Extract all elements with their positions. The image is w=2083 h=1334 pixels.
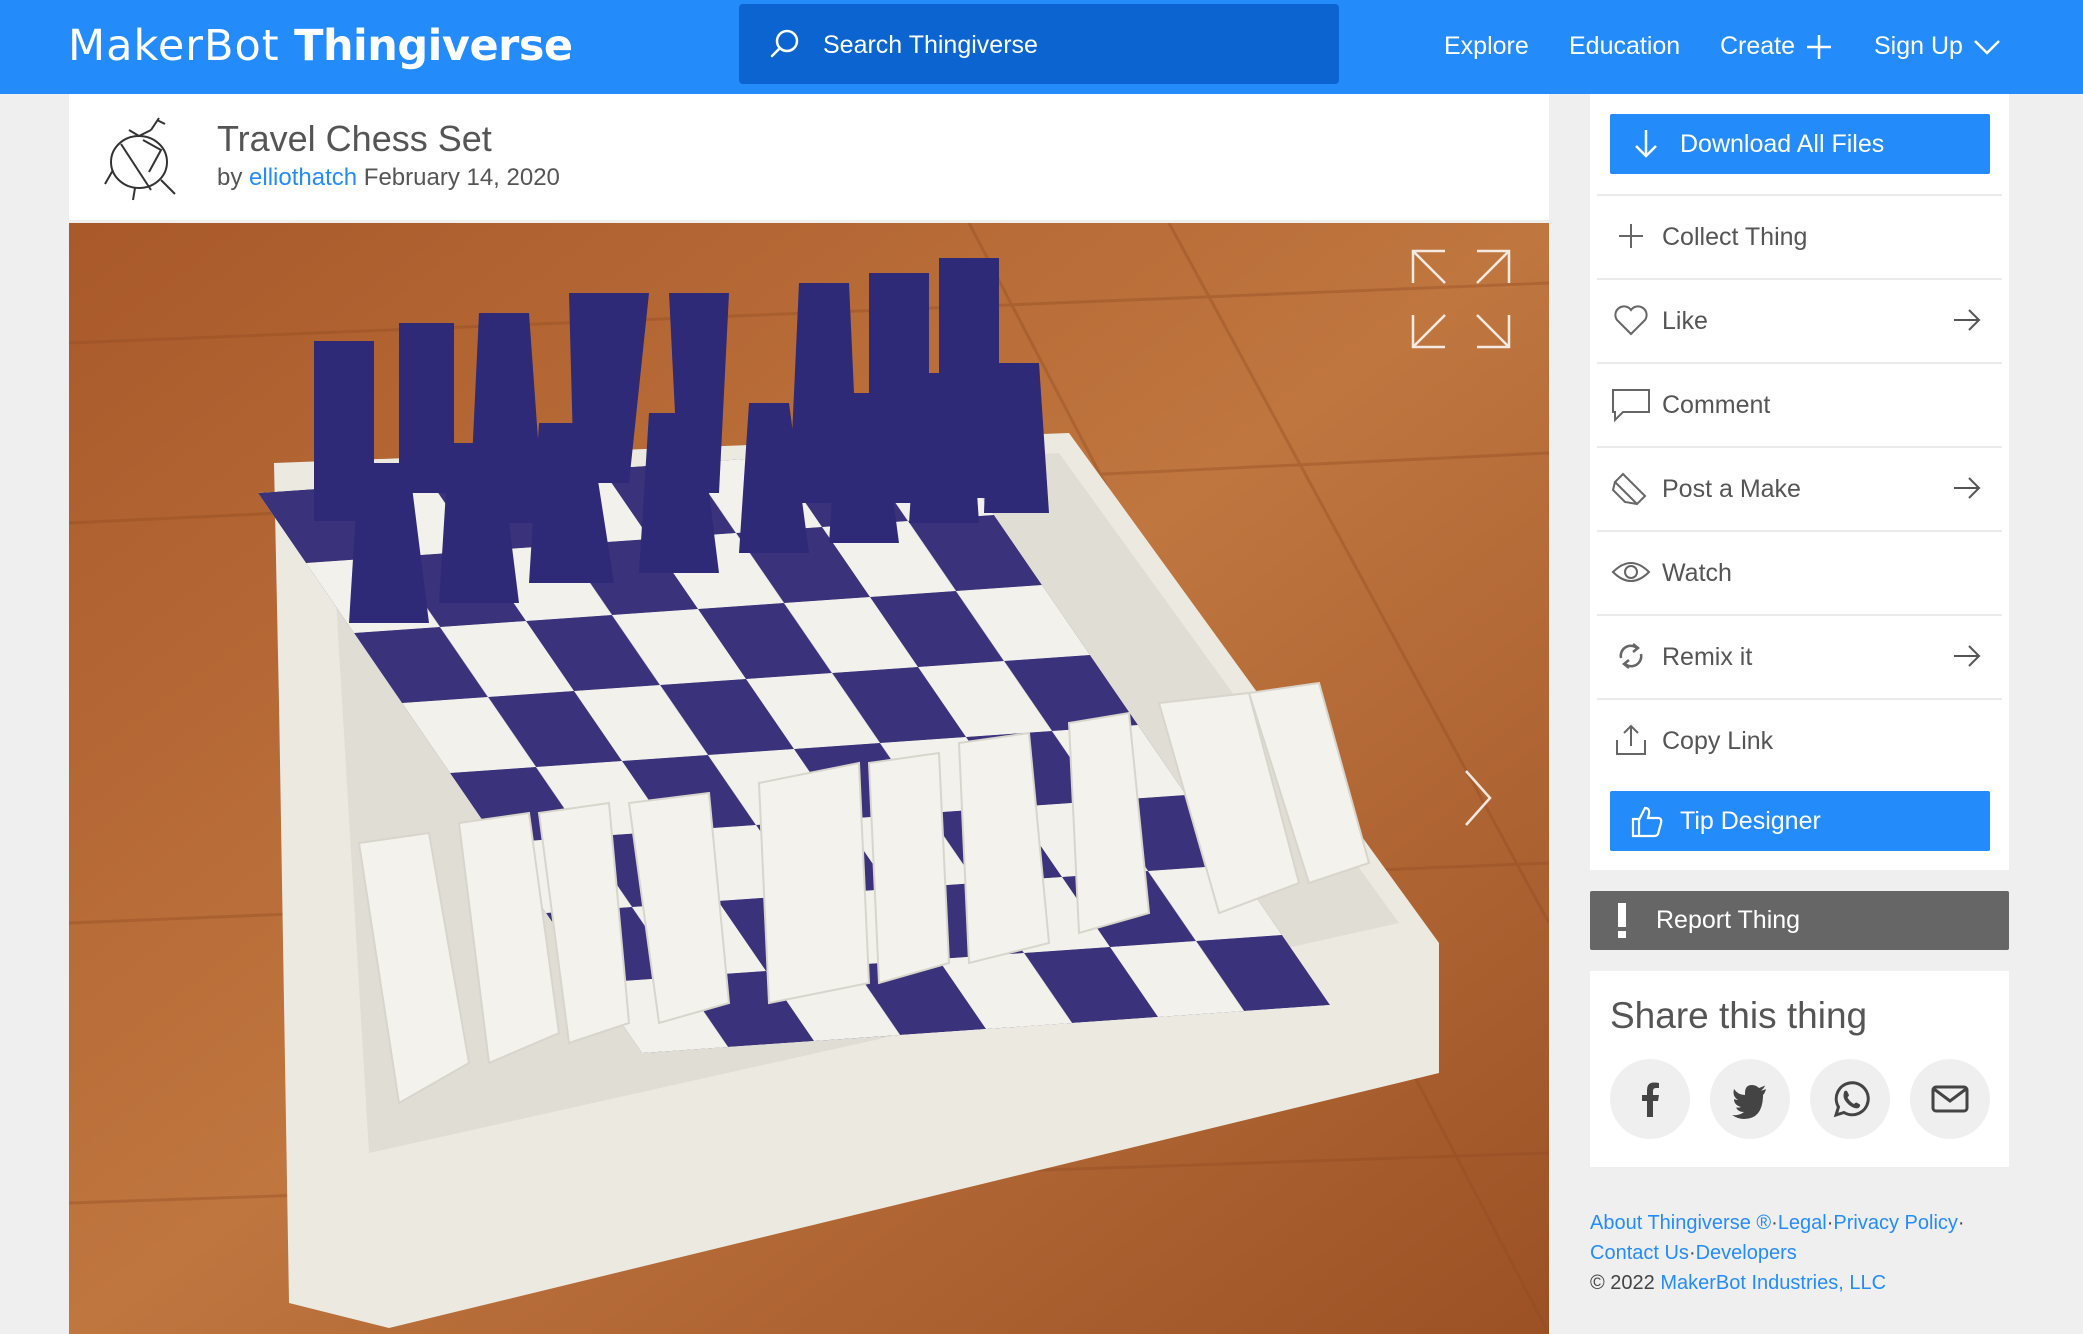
chess-set-photo xyxy=(69,223,1549,1334)
share-twitter-button[interactable] xyxy=(1710,1059,1790,1139)
download-icon xyxy=(1635,130,1657,158)
search-icon xyxy=(770,29,799,58)
legal-link[interactable]: Legal xyxy=(1778,1212,1827,1234)
nav-signup-label: Sign Up xyxy=(1874,32,1963,60)
post-a-make-button[interactable]: Post a Make xyxy=(1597,446,2002,530)
heart-icon xyxy=(1614,305,1648,336)
share-title: Share this thing xyxy=(1610,995,1868,1036)
copy-link-label: Copy Link xyxy=(1662,727,1774,755)
separator-dot: · xyxy=(1957,1212,1965,1234)
separator-dot: · xyxy=(1771,1212,1778,1234)
thing-meta: by elliothatch February 14, 2020 xyxy=(217,164,560,192)
facebook-icon xyxy=(1642,1082,1659,1117)
comment-button[interactable]: Comment xyxy=(1597,362,2002,446)
nav-create-label: Create xyxy=(1720,32,1796,60)
search-bar[interactable] xyxy=(739,4,1339,84)
whatsapp-icon xyxy=(1833,1081,1870,1118)
nav-create[interactable]: Create xyxy=(1720,26,1833,66)
logo-thingiverse-text: Thingiverse xyxy=(294,21,573,71)
developers-link[interactable]: Developers xyxy=(1696,1242,1797,1264)
chevron-down-icon xyxy=(1974,40,2000,56)
contact-link[interactable]: Contact Us xyxy=(1590,1242,1689,1264)
report-thing-button[interactable]: Report Thing xyxy=(1590,891,2009,950)
copy-link-button[interactable]: Copy Link xyxy=(1597,698,2002,782)
comment-label: Comment xyxy=(1662,391,1771,419)
post-make-icon xyxy=(1611,472,1647,506)
collect-thing-label: Collect Thing xyxy=(1662,223,1808,251)
nav-signup[interactable]: Sign Up xyxy=(1874,26,2001,66)
arrow-right-icon xyxy=(1954,645,1981,667)
footer-line-1: About Thingiverse ®·Legal·Privacy Policy… xyxy=(1590,1208,2020,1238)
share-whatsapp-button[interactable] xyxy=(1810,1059,1890,1139)
exclamation-icon xyxy=(1618,903,1626,938)
thumbs-up-icon xyxy=(1631,806,1663,838)
twitter-icon xyxy=(1732,1085,1766,1119)
publish-date: February 14, 2020 xyxy=(363,164,560,191)
thing-header: Travel Chess Set by elliothatch February… xyxy=(69,94,1549,220)
comment-icon xyxy=(1612,389,1650,423)
thing-actions-list: Collect Thing Like Comment Post a Make W… xyxy=(1597,194,2002,782)
remix-it-label: Remix it xyxy=(1662,643,1753,671)
download-all-files-button[interactable]: Download All Files xyxy=(1610,114,1990,174)
chevron-right-icon[interactable] xyxy=(1454,763,1504,833)
avatar[interactable] xyxy=(99,110,185,204)
company-link[interactable]: MakerBot Industries, LLC xyxy=(1660,1272,1886,1294)
watch-button[interactable]: Watch xyxy=(1597,530,2002,614)
nav-education[interactable]: Education xyxy=(1569,26,1680,66)
footer: About Thingiverse ®·Legal·Privacy Policy… xyxy=(1590,1208,2020,1298)
separator-dot: · xyxy=(1688,1242,1696,1264)
share-email-button[interactable] xyxy=(1910,1059,1990,1139)
share-facebook-button[interactable] xyxy=(1610,1059,1690,1139)
tip-designer-label: Tip Designer xyxy=(1680,807,1821,835)
like-button[interactable]: Like xyxy=(1597,278,2002,362)
nav-explore[interactable]: Explore xyxy=(1444,26,1529,66)
search-input[interactable] xyxy=(821,24,1305,66)
footer-line-2: Contact Us·Developers xyxy=(1590,1238,2020,1268)
thing-title: Travel Chess Set xyxy=(217,118,492,159)
remix-icon xyxy=(1619,643,1643,669)
copyright-text: © 2022 xyxy=(1590,1272,1655,1294)
arrow-right-icon xyxy=(1954,309,1981,331)
share-card: Share this thing xyxy=(1590,971,2009,1167)
plus-icon xyxy=(1807,35,1832,60)
plus-icon xyxy=(1619,224,1643,248)
thing-actions-card: Download All Files Collect Thing Like Co… xyxy=(1590,94,2009,870)
arrow-right-icon xyxy=(1954,477,1981,499)
eye-icon xyxy=(1611,562,1651,582)
by-label: by xyxy=(217,164,243,191)
watch-label: Watch xyxy=(1662,559,1732,587)
privacy-link[interactable]: Privacy Policy xyxy=(1833,1212,1957,1234)
email-icon xyxy=(1931,1085,1969,1113)
top-navbar: MakerBot Thingiverse Explore Education C… xyxy=(0,0,2083,94)
report-thing-label: Report Thing xyxy=(1656,906,1801,934)
fullscreen-expand-icon[interactable] xyxy=(1409,247,1513,351)
makerbot-thingiverse-logo[interactable]: MakerBot Thingiverse xyxy=(68,16,573,76)
thing-image-gallery[interactable] xyxy=(69,223,1549,1334)
author-link[interactable]: elliothatch xyxy=(249,164,357,191)
share-upload-icon xyxy=(1616,724,1646,755)
remix-it-button[interactable]: Remix it xyxy=(1597,614,2002,698)
download-all-files-label: Download All Files xyxy=(1680,130,1885,158)
collect-thing-button[interactable]: Collect Thing xyxy=(1597,194,2002,278)
post-a-make-label: Post a Make xyxy=(1662,475,1801,503)
logo-maker-text: MakerBot xyxy=(68,21,280,71)
tip-designer-button[interactable]: Tip Designer xyxy=(1610,791,1990,851)
like-label: Like xyxy=(1662,307,1708,335)
about-link[interactable]: About Thingiverse ® xyxy=(1590,1212,1771,1234)
footer-line-3: © 2022 MakerBot Industries, LLC xyxy=(1590,1268,2020,1298)
